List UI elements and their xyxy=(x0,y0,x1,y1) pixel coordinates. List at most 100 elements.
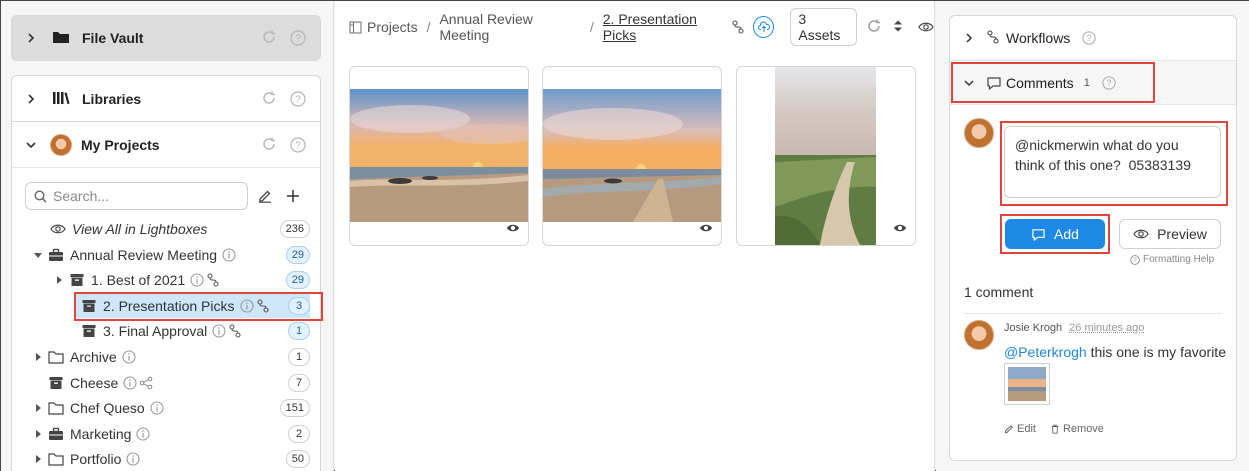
comment-text: @Peterkrogh this one is my favorite xyxy=(1004,344,1226,360)
svg-text:?: ? xyxy=(295,94,301,105)
archive-box-icon xyxy=(81,323,97,339)
asset-card[interactable] xyxy=(542,66,722,246)
refresh-icon[interactable] xyxy=(262,137,278,153)
upload-icon[interactable] xyxy=(753,16,774,38)
tree-item-best-of-2021[interactable]: 1. Best of 2021 29 xyxy=(53,268,310,292)
asset-card[interactable] xyxy=(736,66,916,246)
my-projects-title: My Projects xyxy=(81,137,262,153)
help-icon[interactable]: ? xyxy=(290,30,306,46)
file-vault-panel[interactable]: File Vault ? xyxy=(11,15,321,61)
asset-grid-pane: Projects / Annual Review Meeting / 2. Pr… xyxy=(335,1,935,471)
info-icon[interactable] xyxy=(150,401,164,415)
left-sidebar: File Vault ? Libraries ? My Projects ? S… xyxy=(1,1,334,471)
info-icon[interactable] xyxy=(222,248,236,262)
folder-icon xyxy=(48,451,64,467)
avatar xyxy=(964,320,994,350)
caret-right-icon[interactable] xyxy=(32,430,44,438)
help-icon[interactable]: ? xyxy=(1082,31,1096,45)
tree-item-label: 3. Final Approval xyxy=(103,323,207,339)
info-icon[interactable] xyxy=(212,324,226,338)
edit-icon[interactable] xyxy=(258,189,272,203)
tree-item-label: Cheese xyxy=(70,375,118,391)
svg-text:?: ? xyxy=(295,140,301,151)
chevron-down-icon[interactable] xyxy=(26,140,38,150)
workflow-icon xyxy=(986,30,1002,46)
folder-icon xyxy=(48,349,64,365)
libraries-title: Libraries xyxy=(82,91,262,107)
info-icon[interactable] xyxy=(123,376,137,390)
sort-icon[interactable] xyxy=(893,19,908,35)
eye-icon[interactable] xyxy=(893,221,907,235)
tree-item-archive[interactable]: Archive 1 xyxy=(32,345,310,369)
info-icon[interactable] xyxy=(122,350,136,364)
comment-mention[interactable]: @Peterkrogh xyxy=(1004,344,1087,360)
caret-right-icon[interactable] xyxy=(32,455,44,463)
tree-item-view-all[interactable]: View All in Lightboxes 236 xyxy=(46,217,310,241)
my-projects-header[interactable]: My Projects ? xyxy=(12,122,320,168)
refresh-icon[interactable] xyxy=(867,19,882,35)
info-icon[interactable] xyxy=(136,427,150,441)
tree-item-portfolio[interactable]: Portfolio 50 xyxy=(32,447,310,471)
caret-right-icon[interactable] xyxy=(32,404,44,412)
caret-right-icon[interactable] xyxy=(32,353,44,361)
help-icon[interactable]: ? xyxy=(290,91,306,107)
asset-card[interactable] xyxy=(349,66,529,246)
breadcrumb-annual-review[interactable]: Annual Review Meeting xyxy=(439,11,580,43)
help-icon: ? xyxy=(1130,255,1140,265)
tree-item-marketing[interactable]: Marketing 2 xyxy=(32,422,310,446)
tree-item-label: 1. Best of 2021 xyxy=(91,272,185,288)
search-input[interactable] xyxy=(53,188,233,204)
chevron-right-icon[interactable] xyxy=(964,33,976,43)
svg-text:?: ? xyxy=(1087,33,1092,43)
comment-asset-thumbnail[interactable] xyxy=(1004,363,1050,405)
search-box[interactable] xyxy=(25,182,248,210)
tree-item-chef-queso[interactable]: Chef Queso 151 xyxy=(32,396,310,420)
eye-icon[interactable] xyxy=(506,221,520,235)
breadcrumb-projects[interactable]: Projects xyxy=(367,19,418,35)
eye-icon[interactable] xyxy=(699,221,713,235)
count-badge: 50 xyxy=(286,450,310,468)
tree-item-annual-review-meeting[interactable]: Annual Review Meeting 29 xyxy=(32,243,310,267)
edit-icon xyxy=(1004,424,1014,434)
info-icon[interactable] xyxy=(190,273,204,287)
chevron-right-icon[interactable] xyxy=(26,94,38,104)
chevron-right-icon[interactable] xyxy=(26,33,38,43)
file-vault-title: File Vault xyxy=(82,30,262,46)
tree-item-label: View All in Lightboxes xyxy=(72,221,207,237)
help-icon[interactable]: ? xyxy=(290,137,306,153)
avatar xyxy=(50,134,72,156)
refresh-icon[interactable] xyxy=(262,91,278,107)
count-badge: 151 xyxy=(280,399,310,417)
tree-item-cheese[interactable]: Cheese 7 xyxy=(44,371,310,395)
formatting-help-link[interactable]: ? Formatting Help xyxy=(1130,254,1214,265)
refresh-icon[interactable] xyxy=(262,30,278,46)
search-icon xyxy=(34,190,47,203)
archive-box-icon xyxy=(69,272,85,288)
tree-item-final-approval[interactable]: 3. Final Approval 1 xyxy=(75,319,310,343)
asset-thumbnail[interactable] xyxy=(350,89,528,222)
tree-item-label: Chef Queso xyxy=(70,400,145,416)
asset-thumbnail[interactable] xyxy=(543,89,721,222)
edit-label: Edit xyxy=(1017,423,1036,435)
highlight-presentation-picks xyxy=(74,292,323,321)
preview-button[interactable]: Preview xyxy=(1119,219,1221,249)
comment-body: this one is my favorite xyxy=(1087,344,1226,360)
info-icon[interactable] xyxy=(126,452,140,466)
eye-icon[interactable] xyxy=(918,19,934,35)
breadcrumb-current[interactable]: 2. Presentation Picks xyxy=(603,11,729,43)
remove-comment-link[interactable]: Remove xyxy=(1050,423,1104,435)
caret-down-icon[interactable] xyxy=(32,251,44,259)
workflows-section-header[interactable]: Workflows ? xyxy=(950,16,1237,61)
assets-count-button[interactable]: 3 Assets xyxy=(790,8,857,46)
tree-item-label: Portfolio xyxy=(70,451,121,467)
plus-icon[interactable] xyxy=(286,189,300,203)
caret-right-icon[interactable] xyxy=(53,276,65,284)
right-panel: Workflows ? Comments 1 ? @nickmerwin wha… xyxy=(936,1,1249,471)
remove-label: Remove xyxy=(1063,423,1104,435)
count-badge: 7 xyxy=(288,374,310,392)
libraries-panel[interactable]: Libraries ? xyxy=(11,75,321,121)
edit-comment-link[interactable]: Edit xyxy=(1004,423,1036,435)
comment-author: Josie Krogh xyxy=(1004,322,1062,334)
asset-thumbnail[interactable] xyxy=(775,67,876,245)
count-badge: 2 xyxy=(288,425,310,443)
